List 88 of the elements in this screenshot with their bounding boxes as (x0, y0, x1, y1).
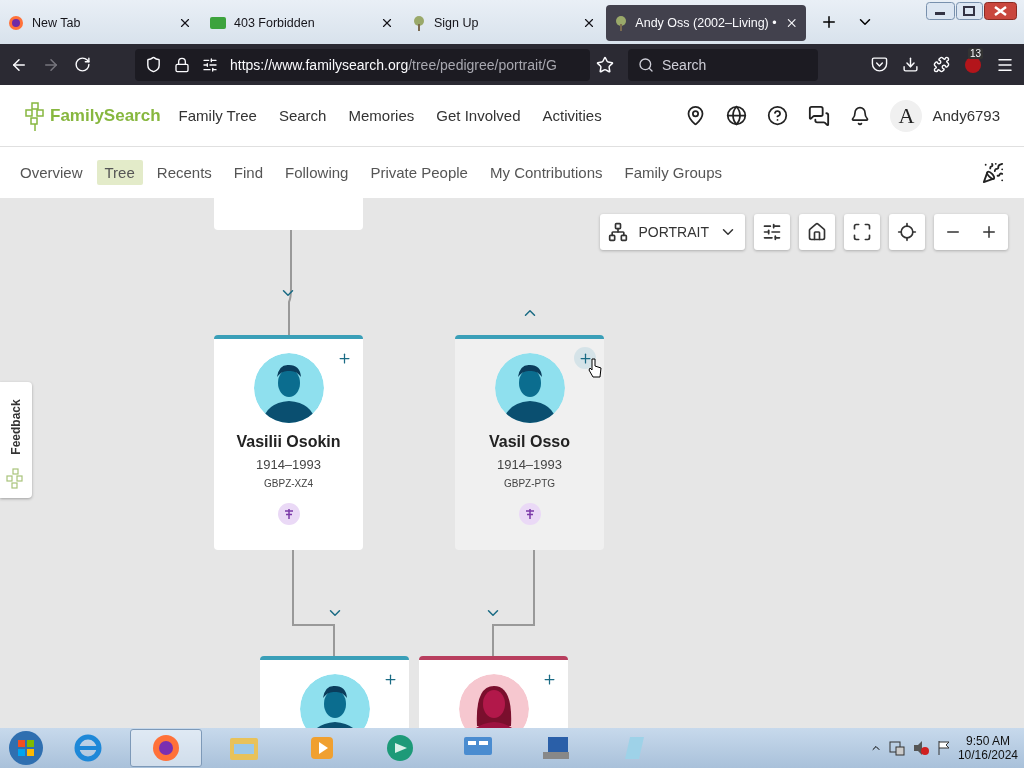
subnav-tab[interactable]: Following (277, 160, 357, 185)
pocket-icon[interactable] (871, 56, 888, 73)
browser-tab[interactable]: Sign Up (404, 5, 604, 41)
search-icon (638, 56, 654, 73)
tree-icon (412, 15, 426, 31)
media-player-icon (308, 734, 336, 762)
home-button[interactable] (799, 214, 835, 250)
avatar-icon (494, 353, 565, 423)
url-field[interactable]: https://www.familysearch.org/tree/pedigree/portrait/G (135, 48, 590, 81)
close-icon[interactable] (582, 16, 596, 30)
plus-icon (336, 350, 352, 366)
tree-icon (614, 15, 628, 31)
download-icon[interactable] (902, 56, 919, 73)
person-card[interactable]: Vasilii Osokin 1914–1993 GBPZ-XZ4 (214, 335, 363, 550)
nav-link[interactable]: Get Involved (436, 107, 521, 124)
username[interactable]: Andy6793 (932, 107, 1000, 124)
bell-icon[interactable] (850, 105, 871, 126)
tree-view-icon (608, 222, 629, 242)
add-button[interactable] (574, 347, 596, 369)
person-id: GBPZ-PTG (503, 478, 556, 489)
browser-tab[interactable]: Andy Oss (2002–Living) • (606, 5, 806, 41)
messages-icon[interactable] (808, 104, 831, 127)
target-icon (897, 222, 917, 242)
plus-icon (541, 671, 557, 687)
signpost-badge-icon[interactable] (518, 503, 541, 525)
bookmark-star-icon[interactable] (596, 55, 614, 74)
subnav-tab[interactable]: Family Groups (616, 160, 731, 185)
plus-icon (577, 350, 593, 366)
sliders-icon (762, 222, 782, 242)
network-icon[interactable] (887, 740, 906, 756)
settings-button[interactable] (754, 214, 790, 250)
plus-icon (382, 671, 398, 687)
recenter-button[interactable] (889, 214, 925, 250)
badge-count: 13 (968, 47, 984, 59)
extensions-icon[interactable] (933, 56, 950, 73)
life-dates: 1914–1993 (255, 457, 322, 472)
person-name: Vasilii Osokin (236, 433, 341, 451)
avatar-icon (253, 353, 324, 423)
zoom-in-icon[interactable] (980, 223, 998, 241)
life-dates: 1914–1993 (496, 457, 563, 472)
search-field[interactable]: Search (628, 48, 818, 81)
firefox-icon (151, 733, 181, 763)
taskbar-app[interactable] (130, 729, 202, 767)
lock-icon (174, 56, 190, 73)
clock[interactable]: 9:50 AM 10/16/2024 (957, 734, 1018, 762)
firefox-icon (8, 15, 24, 31)
reload-icon[interactable] (74, 56, 91, 73)
fullscreen-icon (852, 222, 872, 242)
volume-muted-icon[interactable] (911, 740, 930, 756)
card-icon (210, 17, 226, 29)
nav-link[interactable]: Activities (542, 107, 602, 124)
view-dropdown[interactable]: PORTRAIT (600, 214, 745, 250)
computer-icon (540, 734, 572, 762)
browser-tab[interactable]: 403 Forbidden (202, 5, 402, 41)
help-icon[interactable] (767, 105, 789, 126)
signpost-badge-icon[interactable] (277, 503, 300, 525)
subnav-tab[interactable]: Private People (362, 160, 476, 185)
browser-tab[interactable]: New Tab (0, 5, 200, 41)
close-icon[interactable] (380, 16, 394, 30)
shield-icon (145, 56, 162, 73)
window-controls-icon[interactable] (926, 2, 1018, 22)
person-id: GBPZ-XZ4 (264, 478, 313, 489)
home-icon (807, 222, 827, 242)
subnav-tab[interactable]: Recents (148, 160, 220, 185)
fullscreen-button[interactable] (844, 214, 880, 250)
pointer-cursor-icon (588, 358, 602, 378)
nav-link[interactable]: Family Tree (178, 107, 257, 124)
globe-icon[interactable] (726, 105, 748, 126)
flag-icon[interactable] (935, 740, 952, 756)
subnav-tab[interactable]: Overview (12, 160, 91, 185)
subnav-tab[interactable]: Find (225, 160, 272, 185)
close-icon[interactable] (178, 16, 192, 30)
url-text: https://www.familysearch.org/tree/pedigree/portrait/G (230, 56, 557, 73)
feedback-tab[interactable]: Feedback (0, 382, 32, 498)
subnav-tab[interactable]: My Contributions (481, 160, 611, 185)
zoom-control[interactable] (934, 214, 1008, 250)
nav-link[interactable]: Memories (348, 107, 415, 124)
play-circle-icon (385, 733, 415, 763)
browser-e-icon (73, 733, 103, 763)
person-name: Vasil Osso (489, 433, 570, 451)
person-card[interactable]: Vasil Osso 1914–1993 GBPZ-PTG (455, 335, 604, 550)
party-popper-icon[interactable] (982, 161, 1004, 184)
user-avatar[interactable]: A (890, 99, 923, 132)
permissions-icon (202, 56, 218, 73)
start-icon[interactable] (6, 730, 46, 766)
nav-link[interactable]: Search (278, 107, 327, 124)
subnav-tab[interactable]: Tree (96, 160, 143, 185)
new-tab-icon[interactable] (820, 13, 838, 31)
